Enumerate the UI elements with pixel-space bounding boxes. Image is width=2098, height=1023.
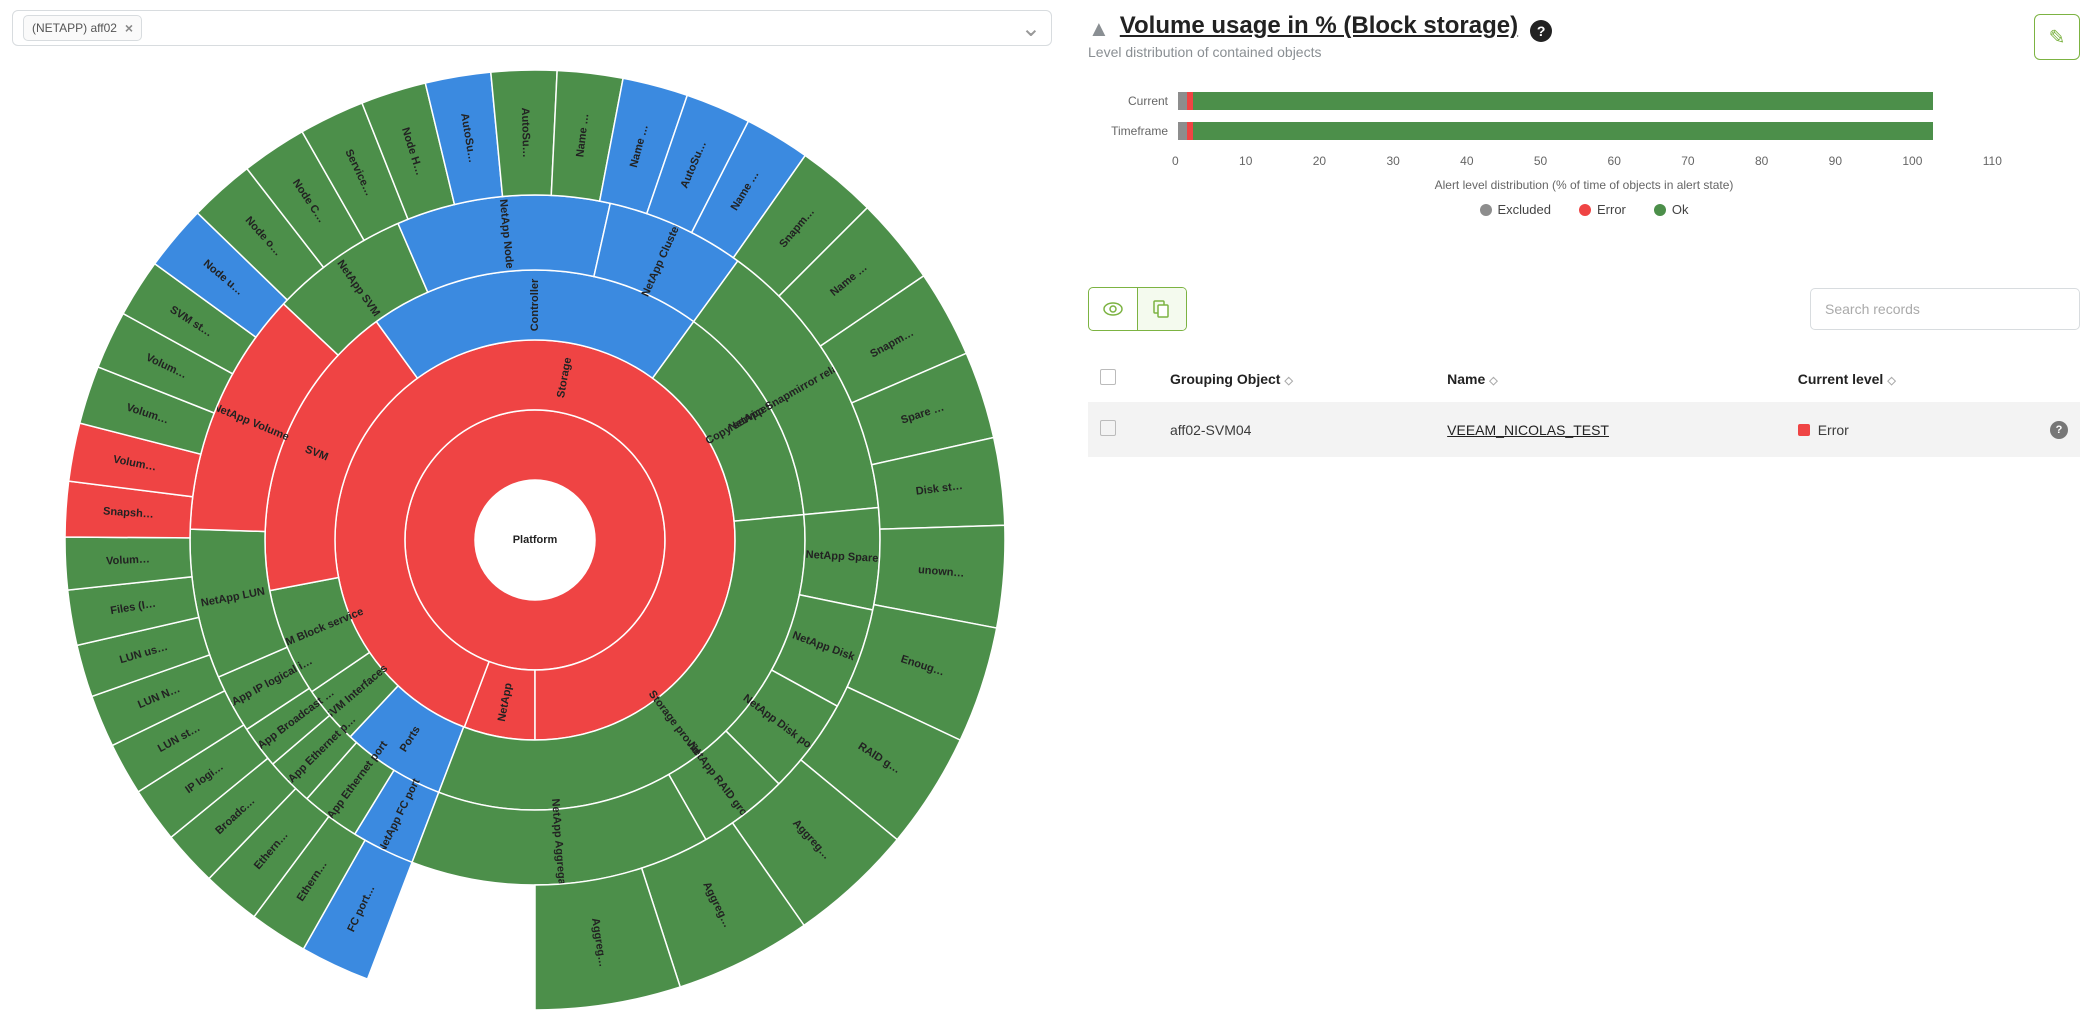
view-grid-button[interactable]: [1089, 288, 1137, 330]
help-icon[interactable]: ?: [1530, 20, 1552, 42]
right-pane: ✎ ▲ Volume usage in % (Block storage) ? …: [1070, 0, 2098, 1023]
axis-tick: 20: [1313, 154, 1326, 168]
bar-segment[interactable]: [1193, 92, 1932, 110]
col-grouping[interactable]: Grouping Object◇: [1158, 355, 1435, 402]
view-toggle-group: [1088, 287, 1187, 331]
filter-select[interactable]: (NETAPP) aff02 × ⌄: [12, 10, 1052, 46]
left-pane: (NETAPP) aff02 × ⌄ NetAppStoragePortsSVM…: [0, 0, 1070, 1023]
axis-tick: 80: [1755, 154, 1768, 168]
sunburst-segment[interactable]: [799, 508, 880, 610]
axis-tick: 100: [1902, 154, 1922, 168]
select-all-checkbox[interactable]: [1100, 369, 1116, 385]
legend-item[interactable]: Excluded: [1480, 202, 1551, 217]
legend-swatch: [1579, 204, 1591, 216]
cell-grouping: aff02-SVM04: [1158, 402, 1435, 457]
bar-segment[interactable]: [1178, 92, 1187, 110]
distribution-bar-chart: Current Timeframe 0 10 20 30 40 50 60 70 80 90 100 11…: [1088, 86, 2080, 217]
sort-icon: ◇: [1489, 375, 1497, 387]
filter-chip-label: (NETAPP) aff02: [32, 21, 117, 35]
col-level[interactable]: Current level◇: [1786, 355, 2016, 402]
axis-tick: 0: [1172, 154, 1179, 168]
bar-category-label: Current: [1088, 94, 1174, 108]
legend-swatch: [1654, 204, 1666, 216]
axis-tick: 50: [1534, 154, 1547, 168]
axis-tick: 40: [1460, 154, 1473, 168]
sunburst-center[interactable]: [475, 480, 595, 600]
cell-level: Error: [1786, 402, 2016, 457]
legend-item[interactable]: Error: [1579, 202, 1626, 217]
legend-item[interactable]: Ok: [1654, 202, 1689, 217]
view-list-button[interactable]: [1137, 288, 1186, 330]
pencil-icon: ✎: [2049, 25, 2066, 50]
axis-label: Alert level distribution (% of time of o…: [1088, 178, 2080, 192]
page-subtitle: Level distribution of contained objects: [1088, 44, 2080, 60]
cell-name-link[interactable]: VEEAM_NICOLAS_TEST: [1447, 422, 1609, 438]
sort-icon: ◇: [1284, 375, 1292, 387]
table-toolbar: [1088, 287, 2080, 331]
filter-chip[interactable]: (NETAPP) aff02 ×: [23, 15, 142, 41]
bar-category-label: Timeframe: [1088, 124, 1174, 138]
sunburst-chart[interactable]: NetAppStoragePortsSVM InterfacesSVM Bloc…: [12, 60, 1058, 1020]
legend-swatch: [1480, 204, 1492, 216]
bar-track: [1178, 92, 2008, 110]
sort-icon: ◇: [1887, 375, 1895, 387]
help-icon[interactable]: ?: [2050, 421, 2068, 439]
col-name[interactable]: Name◇: [1435, 355, 1786, 402]
axis-tick: 70: [1681, 154, 1694, 168]
axis-tick: 110: [1983, 154, 2002, 168]
axis-tick: 60: [1608, 154, 1621, 168]
search-input[interactable]: [1810, 288, 2080, 330]
page-title[interactable]: Volume usage in % (Block storage): [1120, 12, 1518, 40]
bar-segment[interactable]: [1193, 122, 1932, 140]
close-icon[interactable]: ×: [125, 20, 133, 36]
axis-tick: 30: [1386, 154, 1399, 168]
table-row[interactable]: aff02-SVM04 VEEAM_NICOLAS_TEST Error?: [1088, 402, 2080, 457]
bar-track: [1178, 122, 2008, 140]
axis-tick: 90: [1829, 154, 1842, 168]
sunburst-segment[interactable]: [491, 70, 557, 197]
warning-icon: ▲: [1088, 16, 1110, 42]
objects-table: Grouping Object◇ Name◇ Current level◇ af…: [1088, 355, 2080, 457]
chevron-down-icon[interactable]: ⌄: [1021, 14, 1041, 43]
row-checkbox[interactable]: [1100, 420, 1116, 436]
axis-tick: 10: [1239, 154, 1252, 168]
bar-segment[interactable]: [1178, 122, 1187, 140]
edit-button[interactable]: ✎: [2034, 14, 2080, 60]
